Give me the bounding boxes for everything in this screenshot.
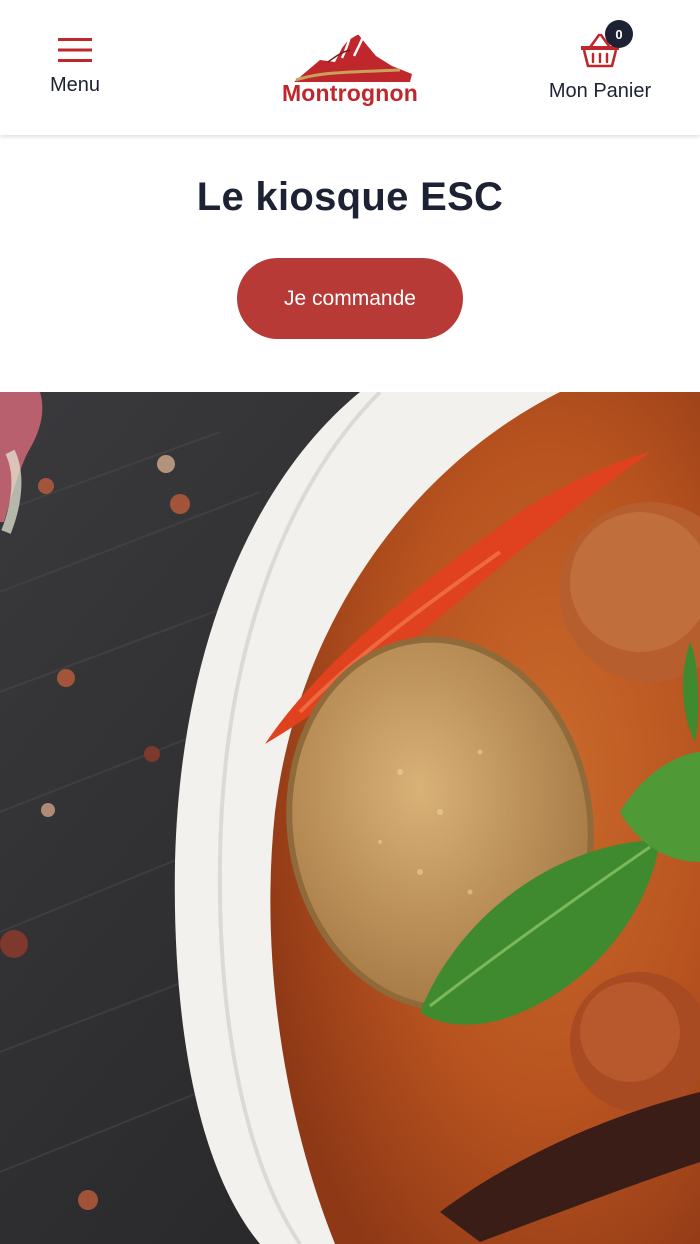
menu-label: Menu	[49, 74, 101, 96]
order-button[interactable]: Je commande	[237, 258, 463, 339]
site-header: Menu Montrognon 0 Mon Panier	[0, 0, 700, 135]
mountain-logo-icon	[294, 25, 412, 82]
food-photo	[0, 392, 700, 1244]
cart-count-badge: 0	[605, 20, 633, 48]
cart-button[interactable]: 0 Mon Panier	[538, 18, 662, 118]
montrognon-logo[interactable]: Montrognon	[270, 22, 430, 118]
kiosk-intro: Le kiosque ESC Je commande	[0, 135, 700, 392]
page-title: Le kiosque ESC	[196, 175, 504, 219]
cart-label: Mon Panier	[548, 80, 652, 102]
menu-button[interactable]: Menu	[30, 20, 120, 120]
hamburger-icon	[58, 38, 92, 62]
logo-text: Montrognon	[281, 80, 419, 106]
